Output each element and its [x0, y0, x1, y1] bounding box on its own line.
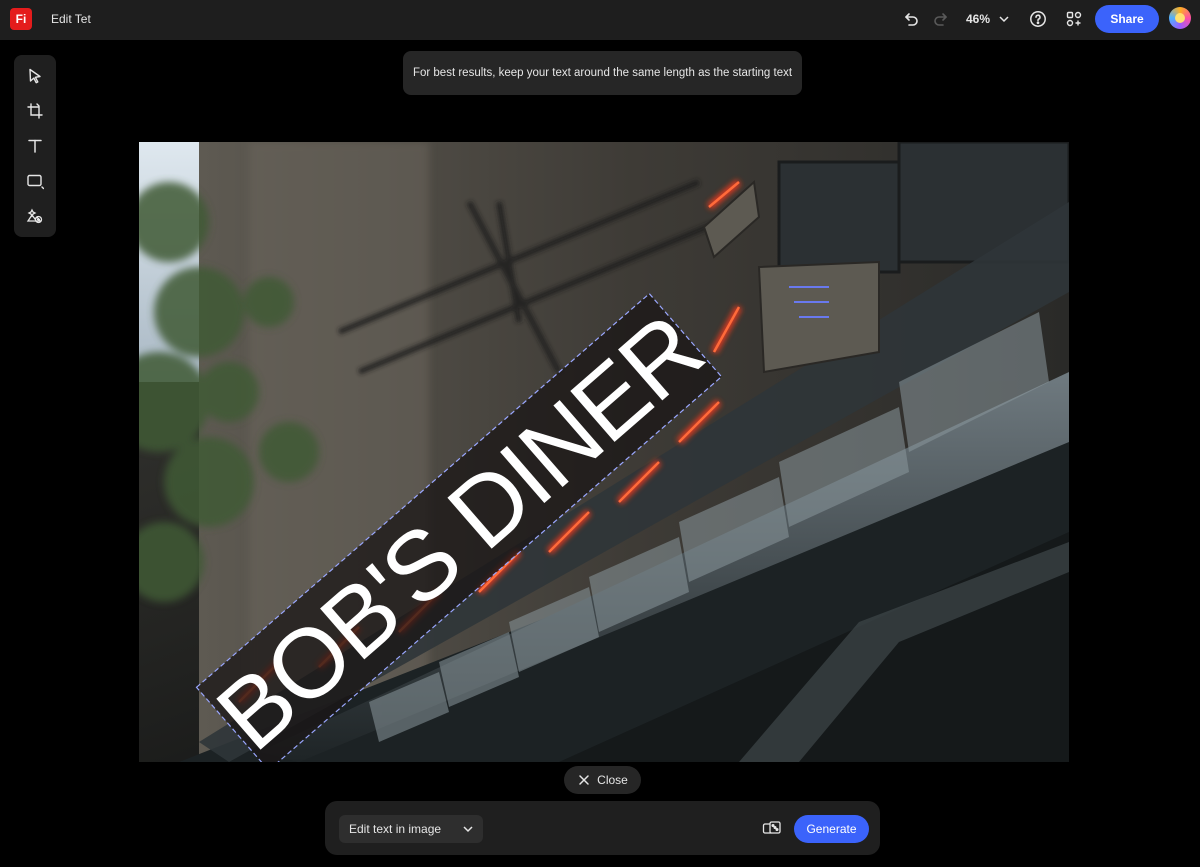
zoom-level: 46%	[966, 12, 991, 26]
close-label: Close	[597, 773, 628, 787]
edited-image[interactable]: BOB'S DINER	[139, 142, 1069, 762]
shape-tool-icon[interactable]	[25, 171, 45, 191]
mode-dropdown[interactable]: Edit text in image	[339, 815, 483, 843]
avatar[interactable]	[1169, 7, 1191, 29]
redo-icon[interactable]	[930, 8, 952, 30]
apps-icon[interactable]	[1063, 8, 1085, 30]
share-button[interactable]: Share	[1095, 5, 1159, 33]
generate-button[interactable]: Generate	[794, 815, 869, 843]
help-icon[interactable]	[1027, 8, 1049, 30]
generative-fill-tool-icon[interactable]	[25, 206, 45, 226]
mode-label: Edit text in image	[349, 822, 442, 836]
top-bar: Fi Edit Tet 46% Share	[0, 0, 1200, 40]
text-tool-icon[interactable]	[25, 136, 45, 156]
select-tool-icon[interactable]	[25, 66, 45, 86]
hint-tooltip: For best results, keep your text around …	[403, 51, 802, 95]
zoom-control[interactable]: 46%	[966, 12, 1010, 26]
randomize-icon[interactable]	[762, 820, 782, 838]
prompt-bar: Edit text in image Generate	[325, 801, 880, 855]
close-button[interactable]: Close	[564, 766, 641, 794]
chevron-down-icon	[999, 16, 1009, 23]
image-scene: BOB'S DINER	[139, 142, 1069, 762]
tool-rail	[14, 55, 56, 237]
crop-tool-icon[interactable]	[25, 101, 45, 121]
document-title[interactable]: Edit Tet	[51, 12, 91, 26]
close-icon	[579, 775, 589, 785]
app-logo[interactable]: Fi	[10, 8, 32, 30]
chevron-down-icon	[463, 826, 473, 833]
undo-icon[interactable]	[900, 8, 922, 30]
